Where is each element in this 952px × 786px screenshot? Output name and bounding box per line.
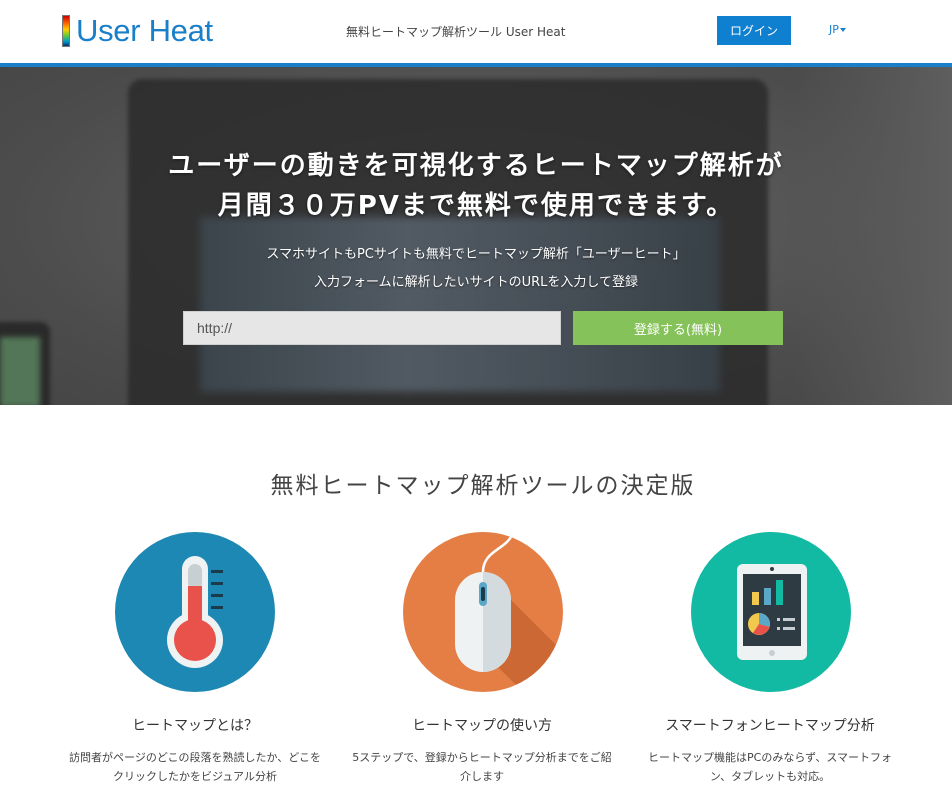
hero-title-line1: ユーザーの動きを可視化するヒートマップ解析が [168, 151, 784, 181]
site-header: User Heat 無料ヒートマップ解析ツール User Heat ログイン J… [0, 0, 952, 63]
register-button[interactable]: 登録する(無料) [573, 311, 783, 345]
thermometer-icon [115, 532, 275, 692]
mouse-icon [403, 532, 563, 692]
logo[interactable]: User Heat [62, 13, 213, 49]
hero-subtitle-line1: スマホサイトもPCサイトも無料でヒートマップ解析「ユーザーヒート」 [266, 247, 686, 262]
feature-title: スマートフォンヒートマップ分析 [665, 718, 875, 734]
language-label: JP [829, 23, 839, 36]
feature-description: 訪問者がページのどこの段落を熟読したか、どこをクリックしたかをビジュアル分析 [69, 751, 321, 783]
hero-background-tablet-screen [0, 337, 40, 405]
hero-title-line2: 月間３０万PVまで無料で使用できます。 [217, 191, 735, 221]
heat-gauge-icon [62, 15, 70, 47]
logo-text: User Heat [76, 13, 213, 48]
feature-title: ヒートマップの使い方 [412, 718, 552, 734]
language-selector[interactable]: JP [829, 23, 846, 36]
url-input[interactable] [183, 311, 561, 345]
header-tagline: 無料ヒートマップ解析ツール User Heat [346, 25, 566, 39]
tablet-chart-icon [691, 532, 851, 692]
hero-subtitle-line2: 入力フォームに解析したいサイトのURLを入力して登録 [313, 275, 638, 290]
feature-description: ヒートマップ機能はPCのみならず、スマートフォン、タブレットも対応。 [648, 751, 892, 783]
feature-description: 5ステップで、登録からヒートマップ分析までをご紹介します [352, 751, 612, 783]
hero-background-fade [792, 67, 952, 405]
login-button[interactable]: ログイン [717, 16, 791, 45]
hero-section: ユーザーの動きを可視化するヒートマップ解析が 月間３０万PVまで無料で使用できま… [0, 67, 952, 405]
features-title: 無料ヒートマップ解析ツールの決定版 [270, 473, 696, 499]
caret-down-icon [839, 28, 846, 32]
feature-title: ヒートマップとは？ [132, 718, 258, 734]
